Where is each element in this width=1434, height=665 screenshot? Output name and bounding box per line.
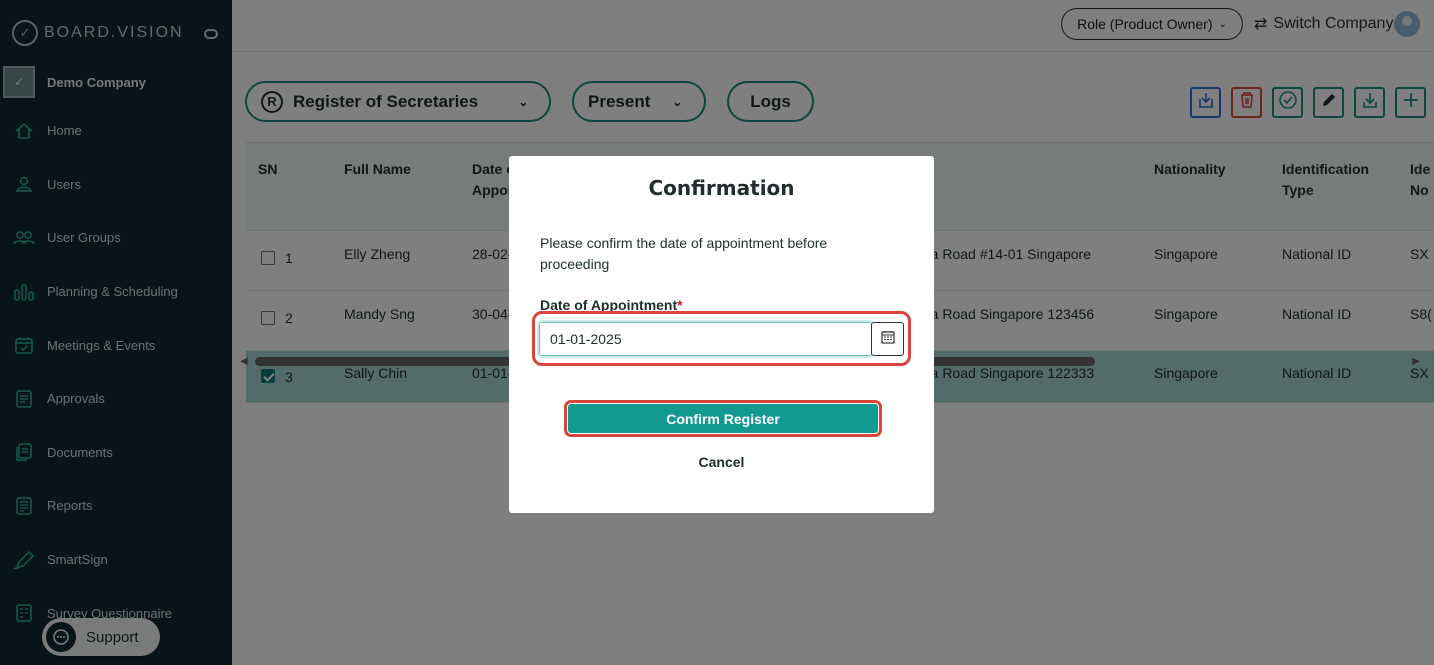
- dialog-message: Please confirm the date of appointment b…: [540, 235, 828, 272]
- dialog-title: Confirmation: [648, 176, 795, 200]
- confirm-register-button[interactable]: Confirm Register: [568, 404, 878, 433]
- calendar-icon: [880, 330, 895, 349]
- cancel-button[interactable]: Cancel: [509, 454, 934, 470]
- appointment-date-input[interactable]: [537, 320, 874, 358]
- confirmation-dialog: Confirmation Please confirm the date of …: [509, 156, 934, 513]
- calendar-button[interactable]: [871, 322, 904, 356]
